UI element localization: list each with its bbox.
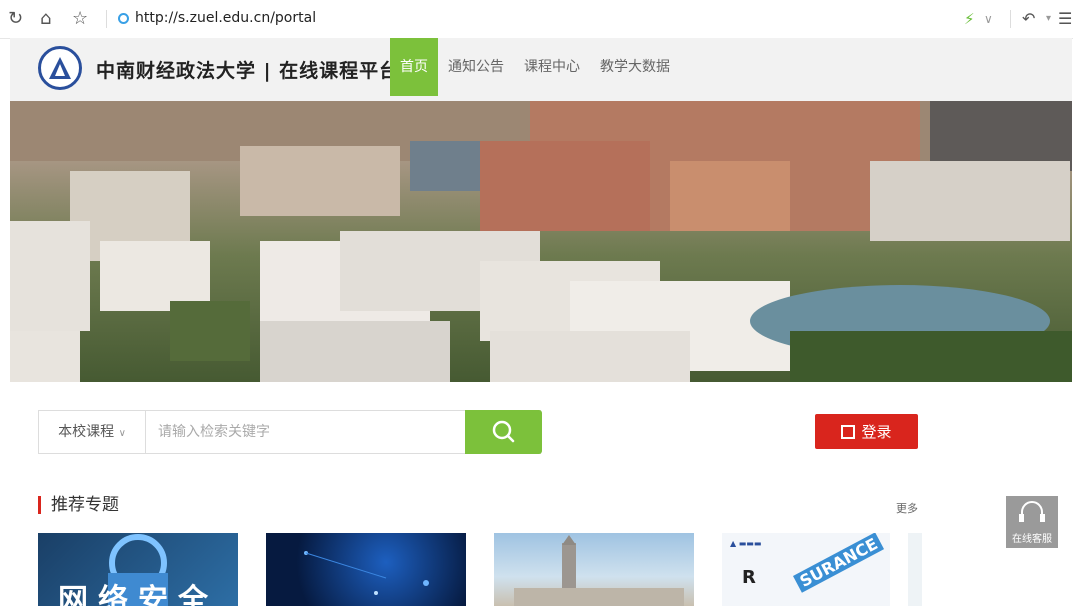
headset-icon	[1019, 501, 1045, 522]
site-title: 中南财经政法大学 | 在线课程平台	[96, 60, 400, 82]
campus-banner-image[interactable]	[10, 101, 1072, 382]
course-search-bar: 本校课程 ∨	[38, 410, 542, 454]
university-logo: ▲ ▬▬▬	[730, 539, 762, 548]
address-bar[interactable]: http://s.zuel.edu.cn/portal	[118, 10, 316, 26]
topic-card[interactable]	[266, 533, 466, 606]
main-nav: 首页 通知公告 课程中心 教学大数据	[390, 38, 680, 96]
search-icon	[492, 420, 515, 443]
chevron-down-icon: ∨	[118, 428, 126, 439]
search-scope-select[interactable]: 本校课程 ∨	[39, 411, 146, 453]
home-icon[interactable]: ⌂	[40, 8, 51, 30]
url-text: http://s.zuel.edu.cn/portal	[135, 10, 317, 26]
section-title: 推荐专题	[38, 496, 119, 514]
more-link[interactable]: 更多	[896, 500, 918, 516]
lightning-icon[interactable]: ⚡	[964, 8, 975, 30]
star-icon[interactable]: ☆	[72, 8, 88, 30]
nav-item-teaching-data[interactable]: 教学大数据	[590, 38, 680, 96]
topic-card[interactable]	[908, 533, 922, 606]
divider	[1010, 10, 1011, 28]
menu-icon[interactable]: ☰	[1058, 8, 1072, 30]
topic-card[interactable]: 网络安全	[38, 533, 238, 606]
topic-card[interactable]	[494, 533, 694, 606]
nav-item-course-center[interactable]: 课程中心	[514, 38, 590, 96]
login-icon	[841, 424, 856, 439]
login-label: 登录	[861, 423, 892, 441]
search-button[interactable]	[465, 410, 542, 454]
topic-card[interactable]: ▲ ▬▬▬ SURANCE R	[722, 533, 890, 606]
divider	[106, 10, 107, 28]
site-header: 中南财经政法大学 | 在线课程平台 首页 通知公告 课程中心 教学大数据	[10, 38, 1072, 101]
search-input[interactable]	[146, 411, 464, 453]
topic-card-title: 网络安全	[58, 583, 218, 606]
login-button[interactable]: 登录	[815, 414, 918, 449]
university-logo[interactable]	[38, 46, 82, 90]
nav-item-notices[interactable]: 通知公告	[438, 38, 514, 96]
undo-icon[interactable]: ↶	[1022, 8, 1035, 30]
browser-toolbar: ↻ ⌂ ☆ http://s.zuel.edu.cn/portal ⚡ ∨ ↶ …	[0, 0, 1073, 39]
topic-card-title: SURANCE	[792, 533, 885, 593]
reload-icon[interactable]: ↻	[8, 8, 23, 30]
search-scope-label: 本校课程	[58, 424, 115, 440]
nav-item-home[interactable]: 首页	[390, 38, 438, 96]
online-service-button[interactable]: 在线客服	[1006, 496, 1058, 548]
online-service-label: 在线客服	[1012, 534, 1052, 545]
letter-r-decoration: R	[742, 567, 756, 588]
chevron-down-icon[interactable]: ∨	[984, 8, 993, 30]
chevron-down-icon[interactable]: ▾	[1046, 8, 1051, 30]
globe-icon	[118, 12, 129, 24]
